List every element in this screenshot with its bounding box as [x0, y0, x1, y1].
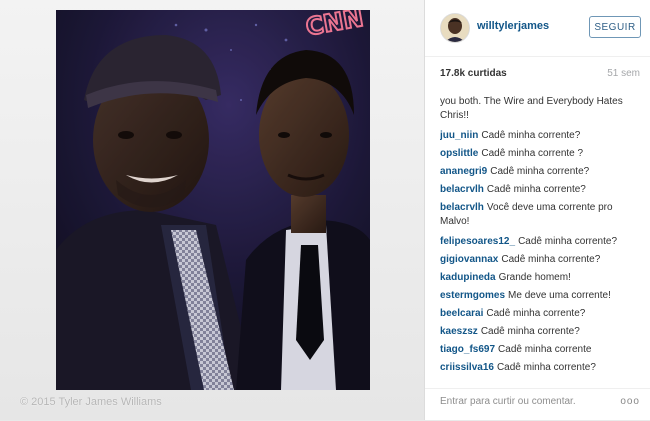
comment-username[interactable]: felipesoares12_ [440, 236, 515, 247]
comment-text: Cadê minha corrente ? [481, 148, 584, 159]
comment-text: Cadê minha corrente? [480, 326, 580, 337]
caption-text: you both. The Wire and Everybody Hates C… [440, 96, 623, 121]
avatar-image [441, 14, 469, 42]
comment-row: gigiovannax Cadê minha corrente? [440, 251, 642, 269]
comment-row: criissilva16 Cadê minha corrente? [440, 359, 642, 377]
comment-text: Cadê minha corrente? [518, 236, 618, 247]
comment-login-prompt[interactable]: Entrar para curtir ou comentar. [440, 396, 576, 407]
comment-username[interactable]: criissilva16 [440, 362, 494, 373]
post-time[interactable]: 51 sem [607, 68, 640, 79]
avatar[interactable] [440, 13, 470, 43]
comment-text: Cadê minha corrente? [486, 184, 586, 195]
photo-panel: CNN © 2015 Tyler James Williams [0, 0, 424, 420]
comment-username[interactable]: beelcarai [440, 308, 483, 319]
comment-text: Me deve uma corrente! [508, 290, 611, 301]
comment-username[interactable]: gigiovannax [440, 254, 498, 265]
likes-count[interactable]: 17.8k curtidas [440, 68, 507, 79]
comment-username[interactable]: estermgomes [440, 290, 505, 301]
comment-text: Grande homem! [498, 272, 571, 283]
comment-text: Cadê minha corrente [498, 344, 592, 355]
comment-row: estermgomes Me deve uma corrente! [440, 287, 642, 305]
comment-username[interactable]: juu_niin [440, 130, 478, 141]
comments-container: juu_niin Cadê minha corrente? opslittle Cad… [440, 127, 642, 377]
comment-row: felipesoares12_ Cadê minha corrente? [440, 233, 642, 251]
comment-row: juu_niin Cadê minha corrente? [440, 127, 642, 145]
comment-text: Cadê minha corrente? [490, 166, 590, 177]
post-stats: 17.8k curtidas 51 sem [440, 68, 640, 82]
comment-username[interactable]: belacrvlh [440, 184, 484, 195]
comment-row: belacrvlh Cadê minha corrente? [440, 181, 642, 199]
comment-username[interactable]: kadupineda [440, 272, 496, 283]
more-options-icon[interactable]: ooo [620, 396, 640, 407]
post-footer: Entrar para curtir ou comentar. ooo [425, 388, 650, 421]
post-side-panel: willtylerjames SEGUIR 17.8k curtidas 51 … [424, 0, 650, 420]
post-header: willtylerjames SEGUIR [425, 0, 650, 57]
comment-row: kaeszsz Cadê minha corrente? [440, 323, 642, 341]
post-photo[interactable]: CNN [56, 10, 370, 390]
post-username[interactable]: willtylerjames [477, 20, 549, 32]
comment-username[interactable]: belacrvlh [440, 202, 484, 213]
instagram-post-frame: CNN © 2015 Tyler James Williams willtyle… [0, 0, 650, 420]
comment-text: Cadê minha corrente? [496, 362, 596, 373]
comment-username[interactable]: kaeszsz [440, 326, 478, 337]
follow-button[interactable]: SEGUIR [589, 16, 641, 38]
comments-list: you both. The Wire and Everybody Hates C… [440, 95, 642, 377]
photo-illustration: CNN [56, 10, 370, 390]
comment-username[interactable]: tiago_fs697 [440, 344, 495, 355]
comment-row: tiago_fs697 Cadê minha corrente [440, 341, 642, 359]
comment-row: belacrvlh Você deve uma corrente pro Malv… [440, 201, 642, 229]
photo-watermark: © 2015 Tyler James Williams [20, 396, 162, 408]
comment-username[interactable]: opslittle [440, 148, 478, 159]
comment-text: Cadê minha corrente? [501, 254, 601, 265]
comment-row: kadupineda Grande homem! [440, 269, 642, 287]
comment-text: Cadê minha corrente? [486, 308, 586, 319]
comment-row: ananegri9 Cadê minha corrente? [440, 163, 642, 181]
comment-row: beelcarai Cadê minha corrente? [440, 305, 642, 323]
comment-username[interactable]: ananegri9 [440, 166, 487, 177]
comment-text: Cadê minha corrente? [481, 130, 581, 141]
comment-row: opslittle Cadê minha corrente ? [440, 145, 642, 163]
